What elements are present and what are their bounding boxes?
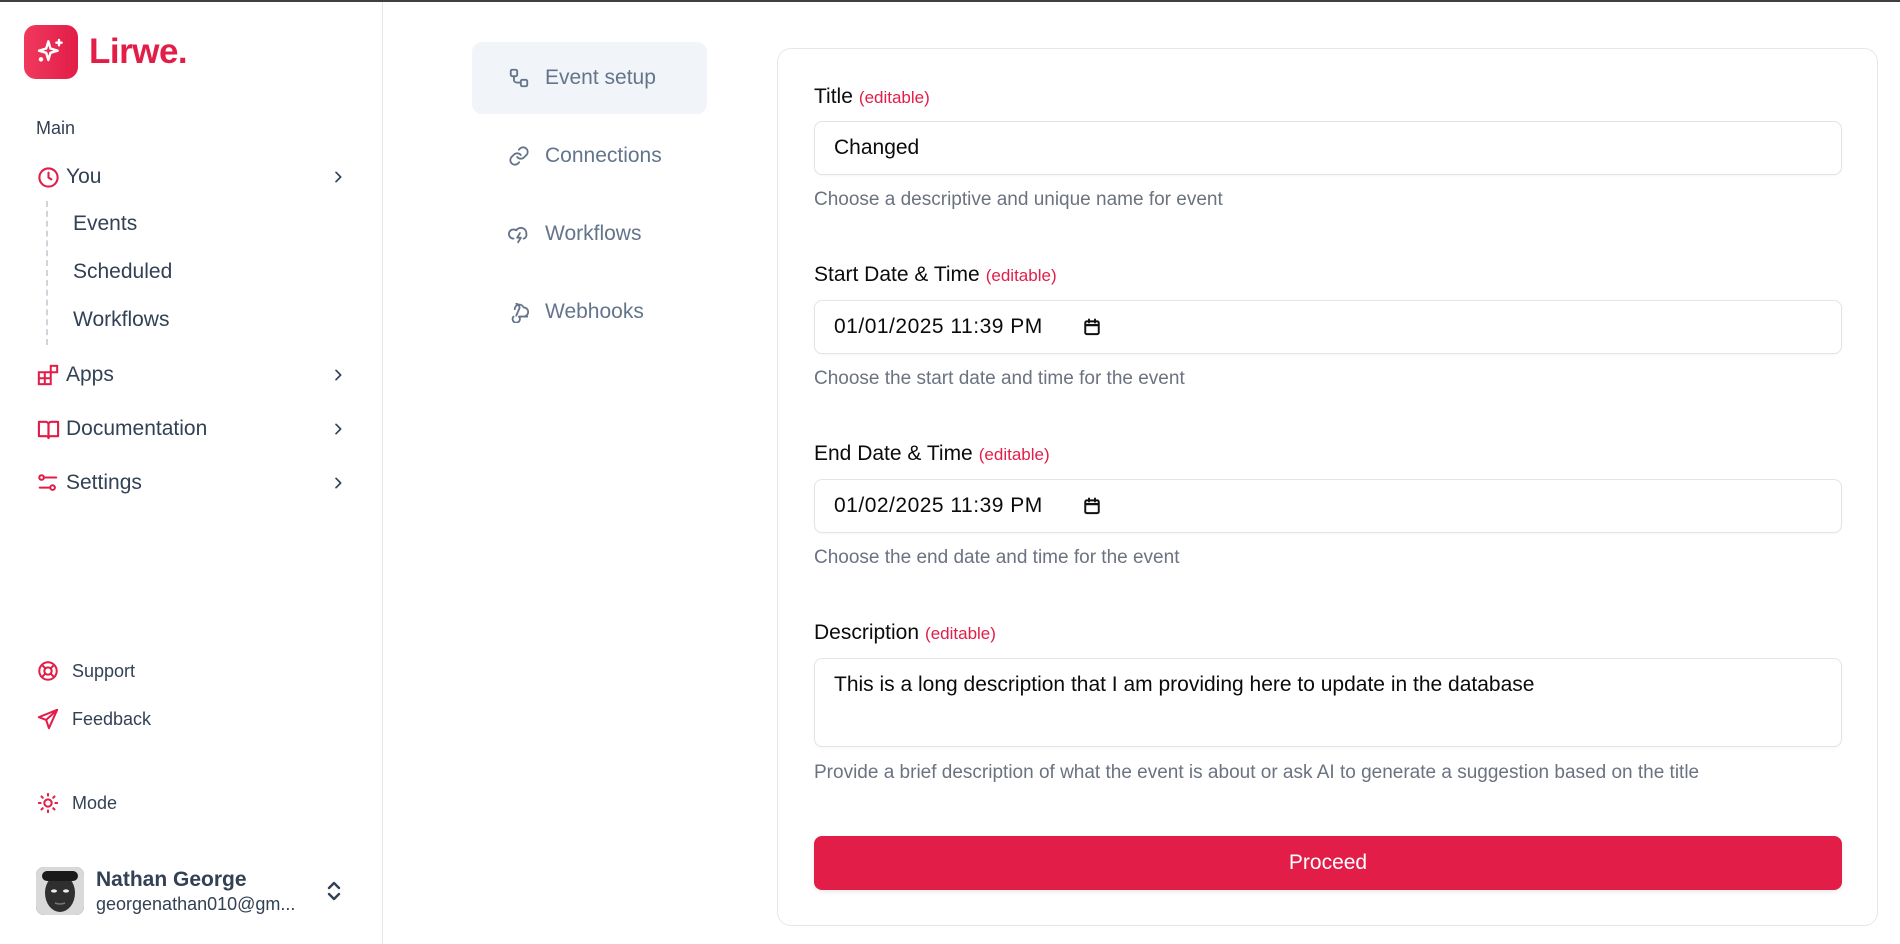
title-input[interactable]: Changed: [814, 121, 1842, 175]
subnav-label: Connections: [545, 144, 662, 167]
start-label: Start Date & Time (editable): [814, 263, 1057, 287]
sidebar-item-apps[interactable]: Apps: [36, 357, 348, 393]
editable-tag: (editable): [925, 624, 996, 643]
title-help: Choose a descriptive and unique name for…: [814, 189, 1223, 210]
sidebar-feedback[interactable]: Feedback: [36, 705, 151, 733]
sidebar: Lirwe. Main You Events Scheduled Workflo…: [0, 2, 383, 944]
sidebar-item-documentation[interactable]: Documentation: [36, 411, 348, 447]
mode-label: Mode: [72, 792, 118, 813]
sidebar-feedback-label: Feedback: [72, 708, 152, 729]
user-name: Nathan George: [96, 868, 247, 891]
link-icon: [507, 144, 531, 168]
description-label-text: Description: [814, 621, 920, 644]
send-icon: [36, 707, 60, 731]
end-help: Choose the end date and time for the eve…: [814, 547, 1180, 568]
calendar-icon[interactable]: [1083, 497, 1101, 515]
sidebar-item-label: Apps: [66, 363, 114, 386]
chevron-right-icon: [328, 365, 348, 385]
event-setup-form: Title (editable) Changed Choose a descri…: [777, 48, 1878, 926]
title-label-text: Title: [814, 85, 853, 108]
end-label: End Date & Time (editable): [814, 442, 1050, 466]
editable-tag: (editable): [985, 266, 1057, 285]
sidebar-subitem-events[interactable]: Events: [73, 209, 137, 239]
chevron-right-icon: [328, 419, 348, 439]
mode-toggle[interactable]: Mode: [36, 789, 117, 817]
sidebar-support[interactable]: Support: [36, 657, 135, 685]
submenu-guide-line: [46, 201, 48, 345]
subnav-label: Event setup: [545, 66, 656, 89]
end-datetime-value: 01/02/2025 11:39 PM: [834, 494, 1043, 517]
title-label: Title (editable): [814, 85, 930, 109]
subnav-event-setup[interactable]: Event setup: [472, 42, 707, 114]
sparkles-icon: [24, 25, 78, 79]
sidebar-item-settings[interactable]: Settings: [36, 465, 348, 501]
webhook-icon: [507, 300, 531, 324]
sidebar-subitem-scheduled[interactable]: Scheduled: [73, 257, 172, 287]
life-buoy-icon: [36, 659, 60, 683]
sidebar-item-label: Documentation: [66, 417, 208, 440]
subnav-workflows[interactable]: Workflows: [472, 198, 707, 270]
subnav-label: Webhooks: [545, 300, 644, 323]
calendar-icon[interactable]: [1083, 318, 1101, 336]
user-info: Nathan George georgenathan010@gm...: [96, 867, 322, 915]
brand-name: Lirwe.: [89, 32, 188, 71]
description-label: Description (editable): [814, 621, 996, 645]
cloud-lightning-icon: [507, 222, 531, 246]
sidebar-item-label: You: [66, 165, 102, 188]
title-input-value: Changed: [834, 136, 920, 159]
description-value: This is a long description that I am pro…: [834, 673, 1535, 696]
start-label-text: Start Date & Time: [814, 263, 980, 286]
editable-tag: (editable): [978, 445, 1050, 464]
start-help: Choose the start date and time for the e…: [814, 368, 1185, 389]
chevrons-up-down-icon: [322, 879, 346, 903]
sliders-icon: [36, 471, 60, 495]
user-email: georgenathan010@gm...: [96, 894, 296, 914]
clock-icon: [36, 165, 60, 189]
description-textarea[interactable]: This is a long description that I am pro…: [814, 658, 1842, 747]
workflow-icon: [507, 66, 531, 90]
start-datetime-input[interactable]: 01/01/2025 11:39 PM: [814, 300, 1842, 354]
avatar: [36, 867, 84, 915]
editable-tag: (editable): [858, 88, 930, 107]
user-menu[interactable]: Nathan George georgenathan010@gm...: [36, 866, 348, 916]
description-help: Provide a brief description of what the …: [814, 762, 1700, 783]
sidebar-subitem-workflows[interactable]: Workflows: [73, 305, 169, 335]
sidebar-section-label: Main: [36, 118, 76, 138]
sidebar-support-label: Support: [72, 660, 136, 681]
end-datetime-input[interactable]: 01/02/2025 11:39 PM: [814, 479, 1842, 533]
book-open-icon: [36, 417, 60, 441]
subnav-connections[interactable]: Connections: [472, 120, 707, 192]
proceed-button[interactable]: Proceed: [814, 836, 1842, 890]
end-label-text: End Date & Time: [814, 442, 973, 465]
brand-logo[interactable]: Lirwe.: [24, 25, 188, 79]
apps-icon: [36, 363, 60, 387]
sun-icon: [36, 791, 60, 815]
subnav-label: Workflows: [545, 222, 642, 245]
sidebar-item-label: Settings: [66, 471, 142, 494]
chevron-right-icon: [328, 167, 348, 187]
start-datetime-value: 01/01/2025 11:39 PM: [834, 315, 1043, 338]
sidebar-item-you[interactable]: You: [36, 159, 348, 195]
chevron-right-icon: [328, 473, 348, 493]
subnav-webhooks[interactable]: Webhooks: [472, 276, 707, 348]
